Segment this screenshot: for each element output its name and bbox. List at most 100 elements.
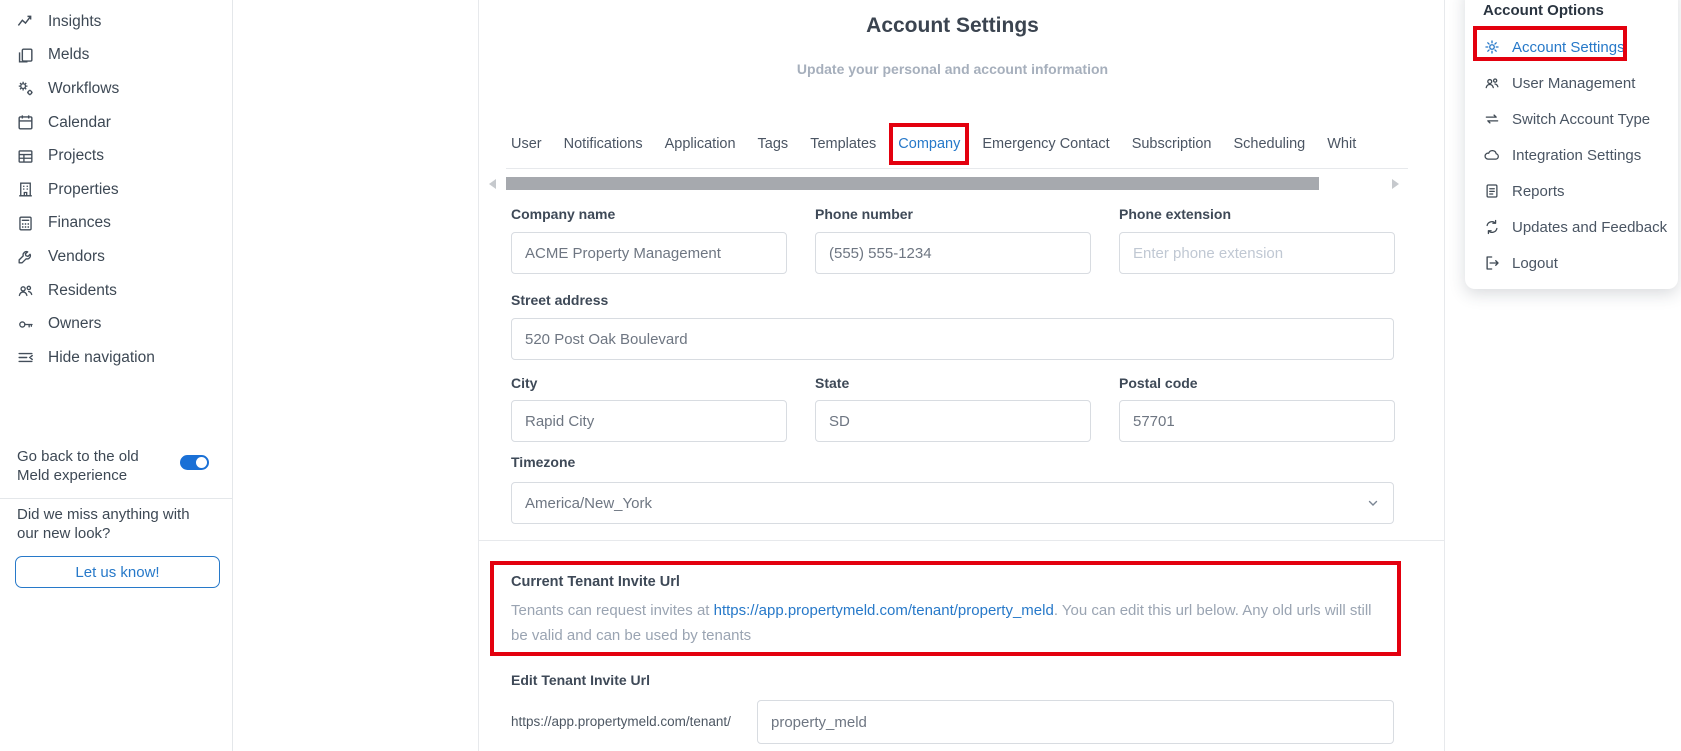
postal-code-field[interactable] bbox=[1119, 400, 1395, 442]
tab-subscription[interactable]: Subscription bbox=[1132, 136, 1212, 152]
residents-icon bbox=[16, 281, 35, 300]
phone-extension-label: Phone extension bbox=[1119, 206, 1395, 222]
cloud-icon bbox=[1483, 146, 1501, 164]
account-options-menu: Account Options Account Settings User Ma… bbox=[1465, 0, 1678, 289]
menu-item-label: Reports bbox=[1512, 183, 1565, 200]
tab-tags[interactable]: Tags bbox=[758, 136, 789, 152]
old-experience-toggle-row: Go back to the old Meld experience bbox=[17, 447, 217, 485]
account-options-title: Account Options bbox=[1483, 2, 1678, 19]
sidebar-item-label: Melds bbox=[48, 46, 89, 64]
company-name-field[interactable] bbox=[511, 232, 787, 274]
finances-icon bbox=[16, 214, 35, 233]
page-subtitle: Update your personal and account informa… bbox=[511, 61, 1394, 77]
sidebar-item-workflows[interactable]: Workflows bbox=[0, 72, 232, 106]
sidebar-item-finances[interactable]: Finances bbox=[0, 207, 232, 241]
invite-text-before: Tenants can request invites at bbox=[511, 602, 714, 619]
menu-item-label: Updates and Feedback bbox=[1512, 219, 1667, 236]
menu-item-label: User Management bbox=[1512, 75, 1635, 92]
sidebar-item-properties[interactable]: Properties bbox=[0, 173, 232, 207]
menu-item-user-management[interactable]: User Management bbox=[1465, 65, 1678, 101]
tenant-invite-url-prefix: https://app.propertymeld.com/tenant/ bbox=[511, 714, 731, 729]
menu-item-label: Account Settings bbox=[1512, 39, 1625, 56]
menu-item-label: Switch Account Type bbox=[1512, 111, 1650, 128]
state-field[interactable] bbox=[815, 400, 1091, 442]
sidebar-item-projects[interactable]: Projects bbox=[0, 139, 232, 173]
tab-templates[interactable]: Templates bbox=[810, 136, 876, 152]
chevron-down-icon bbox=[1366, 496, 1380, 510]
gear-icon bbox=[1483, 38, 1501, 56]
logout-icon bbox=[1483, 254, 1501, 272]
sidebar-item-melds[interactable]: Melds bbox=[0, 39, 232, 73]
section-divider bbox=[479, 540, 1444, 541]
state-label: State bbox=[815, 375, 1091, 391]
scrollbar-thumb[interactable] bbox=[506, 177, 1319, 190]
sidebar-item-hide-navigation[interactable]: Hide navigation bbox=[0, 341, 232, 375]
phone-number-field[interactable] bbox=[815, 232, 1091, 274]
switch-account-icon bbox=[1483, 110, 1501, 128]
menu-item-label: Logout bbox=[1512, 255, 1558, 272]
tenant-invite-url-field[interactable] bbox=[757, 700, 1394, 744]
sidebar-item-vendors[interactable]: Vendors bbox=[0, 240, 232, 274]
old-experience-toggle[interactable] bbox=[180, 455, 209, 470]
hide-navigation-icon bbox=[16, 348, 35, 367]
account-settings-panel: Account Settings Update your personal an… bbox=[478, 0, 1445, 751]
phone-extension-field[interactable] bbox=[1119, 232, 1395, 274]
sidebar: Insights Melds Workflows Calendar Projec… bbox=[0, 0, 233, 751]
city-field[interactable] bbox=[511, 400, 787, 442]
projects-icon bbox=[16, 147, 35, 166]
sidebar-item-label: Insights bbox=[48, 13, 101, 31]
sidebar-item-owners[interactable]: Owners bbox=[0, 307, 232, 341]
street-address-label: Street address bbox=[511, 292, 1394, 308]
report-icon bbox=[1483, 182, 1501, 200]
menu-item-switch-account-type[interactable]: Switch Account Type bbox=[1465, 101, 1678, 137]
page-title: Account Settings bbox=[511, 14, 1394, 38]
city-label: City bbox=[511, 375, 787, 391]
tab-notifications[interactable]: Notifications bbox=[564, 136, 643, 152]
insights-icon bbox=[16, 12, 35, 31]
scroll-left-arrow-icon[interactable] bbox=[489, 179, 496, 189]
sidebar-item-label: Hide navigation bbox=[48, 349, 155, 367]
old-experience-toggle-label: Go back to the old Meld experience bbox=[17, 447, 175, 485]
scroll-right-arrow-icon[interactable] bbox=[1392, 179, 1399, 189]
melds-icon bbox=[16, 46, 35, 65]
tab-emergency-contact[interactable]: Emergency Contact bbox=[982, 136, 1109, 152]
owners-icon bbox=[16, 315, 35, 334]
let-us-know-button[interactable]: Let us know! bbox=[15, 556, 220, 588]
menu-item-integration-settings[interactable]: Integration Settings bbox=[1465, 137, 1678, 173]
sidebar-item-label: Finances bbox=[48, 214, 111, 232]
sidebar-item-label: Calendar bbox=[48, 114, 111, 132]
tab-divider bbox=[506, 168, 1408, 169]
menu-item-updates-and-feedback[interactable]: Updates and Feedback bbox=[1465, 209, 1678, 245]
sidebar-item-label: Workflows bbox=[48, 80, 119, 98]
sidebar-item-insights[interactable]: Insights bbox=[0, 5, 232, 39]
updates-feedback-icon bbox=[1483, 218, 1501, 236]
calendar-icon bbox=[16, 113, 35, 132]
timezone-value: America/New_York bbox=[525, 495, 652, 512]
tab-company[interactable]: Company bbox=[898, 136, 960, 152]
current-tenant-invite-title: Current Tenant Invite Url bbox=[511, 574, 680, 590]
sidebar-item-label: Projects bbox=[48, 147, 104, 165]
company-name-label: Company name bbox=[511, 206, 787, 222]
menu-item-logout[interactable]: Logout bbox=[1465, 245, 1678, 281]
sidebar-item-label: Owners bbox=[48, 315, 101, 333]
tenant-invite-link[interactable]: https://app.propertymeld.com/tenant/prop… bbox=[714, 602, 1054, 619]
edit-tenant-invite-label: Edit Tenant Invite Url bbox=[511, 672, 650, 688]
horizontal-scrollbar[interactable] bbox=[479, 176, 1446, 190]
vendors-icon bbox=[16, 247, 35, 266]
sidebar-item-calendar[interactable]: Calendar bbox=[0, 106, 232, 140]
sidebar-item-label: Residents bbox=[48, 282, 117, 300]
postal-code-label: Postal code bbox=[1119, 375, 1395, 391]
workflows-icon bbox=[16, 79, 35, 98]
sidebar-item-residents[interactable]: Residents bbox=[0, 274, 232, 308]
tab-white-label[interactable]: Whit bbox=[1327, 136, 1356, 152]
menu-item-account-settings[interactable]: Account Settings bbox=[1465, 29, 1678, 65]
current-tenant-invite-text: Tenants can request invites at https://a… bbox=[511, 598, 1377, 648]
street-address-field[interactable] bbox=[511, 318, 1394, 360]
tab-user[interactable]: User bbox=[511, 136, 542, 152]
feedback-prompt: Did we miss anything with our new look? bbox=[17, 505, 207, 543]
timezone-select[interactable]: America/New_York bbox=[511, 482, 1394, 524]
tab-application[interactable]: Application bbox=[665, 136, 736, 152]
sidebar-nav: Insights Melds Workflows Calendar Projec… bbox=[0, 0, 232, 375]
tab-scheduling[interactable]: Scheduling bbox=[1233, 136, 1305, 152]
menu-item-reports[interactable]: Reports bbox=[1465, 173, 1678, 209]
